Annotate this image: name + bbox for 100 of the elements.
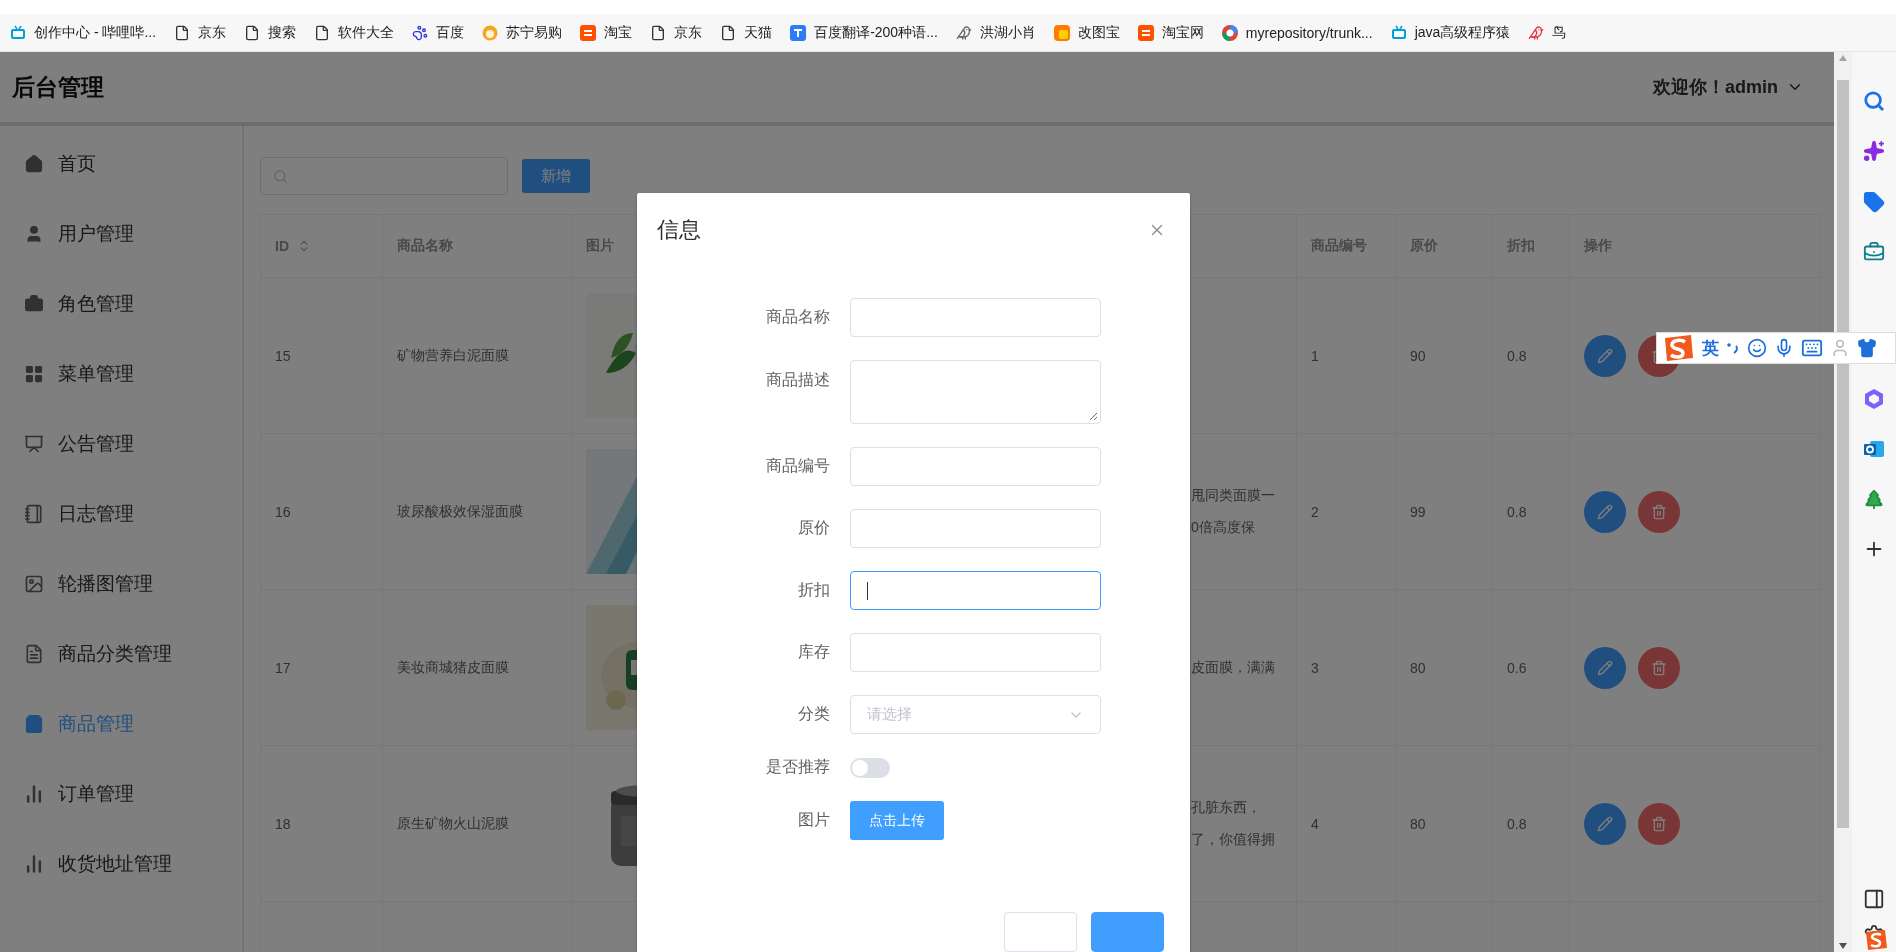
table-cell-text: 孔脏东西， <box>1191 798 1262 817</box>
table-cell: 美妆商城猪皮面膜 <box>397 658 509 677</box>
sidebar-item[interactable]: 收货地址管理 <box>0 829 242 899</box>
user-menu[interactable]: 欢迎你！admin <box>1653 75 1804 99</box>
page-icon <box>650 24 667 41</box>
table-cell: 了，你值得拥 <box>1191 830 1275 849</box>
edit-button[interactable] <box>1584 646 1626 689</box>
delete-button[interactable] <box>1638 646 1680 689</box>
sidebar-item[interactable]: 轮播图管理 <box>0 549 242 619</box>
keyboard-icon[interactable] <box>1801 337 1823 359</box>
sidebar-item[interactable]: 菜单管理 <box>0 339 242 409</box>
scrollbar-thumb[interactable] <box>1837 80 1849 828</box>
delete-button[interactable] <box>1638 490 1680 533</box>
page-icon <box>244 24 261 41</box>
table-cell: 15 <box>275 347 291 364</box>
table-cell: 3 <box>1311 659 1319 676</box>
bookmark-icon <box>1053 24 1070 41</box>
bookmark-link[interactable]: 苏宁易购 <box>482 23 563 42</box>
table-cell: 皮面膜，满满 <box>1191 658 1275 677</box>
tv-icon <box>1390 24 1407 41</box>
document-icon <box>24 644 44 664</box>
bookmark-link[interactable]: 京东 <box>174 23 227 42</box>
bookmark-link[interactable]: 鸟 <box>1528 23 1567 42</box>
page-icon <box>720 24 737 41</box>
microphone-icon[interactable] <box>1774 338 1794 358</box>
user-icon[interactable] <box>1830 338 1850 358</box>
bookmark-icon <box>1221 24 1238 41</box>
bookmark-link[interactable]: myrepository/trunk... <box>1221 24 1373 41</box>
tree-icon[interactable] <box>1863 488 1885 511</box>
bookmark-link[interactable]: 百度翻译-200种语... <box>790 23 938 42</box>
shirt-icon[interactable] <box>1857 338 1877 358</box>
smiley-icon[interactable] <box>1747 338 1767 358</box>
table-cell: 18 <box>275 815 291 832</box>
trash-icon <box>1651 503 1667 520</box>
bookmark-link[interactable]: 百度 <box>412 23 465 42</box>
paw-icon <box>412 24 429 41</box>
bookmark-link[interactable]: 创作中心 - 哔哩哔... <box>10 23 157 42</box>
sparkle-icon[interactable] <box>1863 140 1885 163</box>
field-label: 分类 <box>798 704 830 724</box>
table-cell: 玻尿酸极效保湿面膜 <box>397 502 523 521</box>
bookmark-link[interactable]: 搜索 <box>244 23 297 42</box>
bookmark-link[interactable]: 天猫 <box>720 23 773 42</box>
edit-button[interactable] <box>1584 802 1626 845</box>
bookmark-link[interactable]: 淘宝网 <box>1137 23 1204 42</box>
punctuation-icon <box>1726 341 1740 355</box>
table-cell: 4 <box>1311 815 1319 832</box>
text-area[interactable] <box>850 360 1101 424</box>
table-cell: 甩同类面膜一 <box>1191 486 1275 505</box>
table-cell: 90 <box>1410 347 1426 364</box>
scroll-up-icon[interactable] <box>1838 54 1848 62</box>
page-icon <box>174 24 191 41</box>
hexagon-logo-icon[interactable] <box>1863 387 1885 410</box>
bookmark-link[interactable]: 改图宝 <box>1053 23 1120 42</box>
trash-icon <box>1651 815 1667 832</box>
bookmark-link[interactable]: 洪湖小肖 <box>955 23 1036 42</box>
tag-icon[interactable] <box>1863 190 1885 213</box>
ime-logo-icon[interactable] <box>1864 929 1888 951</box>
field-label: 商品名称 <box>766 307 830 327</box>
bar-chart-icon <box>24 854 44 874</box>
field-label: 图片 <box>798 810 830 830</box>
field-label: 折扣 <box>798 580 830 600</box>
field-label: 是否推荐 <box>766 757 830 777</box>
table-cell: 0.8 <box>1507 503 1527 520</box>
bookmark-link[interactable]: 京东 <box>650 23 703 42</box>
secondary-button[interactable] <box>1004 912 1077 952</box>
sidebar-item[interactable]: 首页 <box>0 129 242 199</box>
table-cell: 99 <box>1410 503 1426 520</box>
bookmark-link[interactable]: java高级程序猿 <box>1390 23 1511 42</box>
bar-chart-icon <box>24 784 44 804</box>
sidebar-item[interactable]: 角色管理 <box>0 269 242 339</box>
tv-icon <box>10 24 26 41</box>
delete-button[interactable] <box>1638 802 1680 845</box>
image-icon <box>24 574 44 594</box>
sidebar-item[interactable]: 订单管理 <box>0 759 242 829</box>
field-label: 库存 <box>798 642 830 662</box>
easel-icon <box>24 434 44 454</box>
toolbox-icon[interactable] <box>1863 240 1885 263</box>
bookmark-link[interactable]: 软件大全 <box>314 23 395 42</box>
table-cell: 0.8 <box>1507 347 1527 364</box>
toggle-switch[interactable] <box>850 757 890 778</box>
sidebar-item[interactable]: 公告管理 <box>0 409 242 479</box>
scroll-down-icon[interactable] <box>1838 942 1848 950</box>
edit-button[interactable] <box>1584 334 1626 377</box>
sidebar-item[interactable]: 日志管理 <box>0 479 242 549</box>
table-cell: 2 <box>1311 503 1319 520</box>
notebook-icon <box>24 504 44 524</box>
briefcase-icon <box>24 294 44 314</box>
sidebar-item[interactable]: 商品分类管理 <box>0 619 242 689</box>
edit-button[interactable] <box>1584 490 1626 533</box>
search-field[interactable] <box>260 157 508 195</box>
sidebar-item[interactable]: 用户管理 <box>0 199 242 269</box>
resize-handle-icon <box>1089 412 1098 421</box>
input-field[interactable] <box>850 571 1101 610</box>
bookmark-link[interactable]: 淘宝 <box>580 23 633 42</box>
trash-icon <box>1651 659 1667 676</box>
panel-icon[interactable] <box>1863 888 1885 910</box>
table-cell: 原生矿物火山泥膜 <box>397 814 509 833</box>
pencil-icon <box>1597 347 1613 364</box>
search-icon[interactable] <box>1863 90 1885 113</box>
field-label: 原价 <box>798 518 830 538</box>
